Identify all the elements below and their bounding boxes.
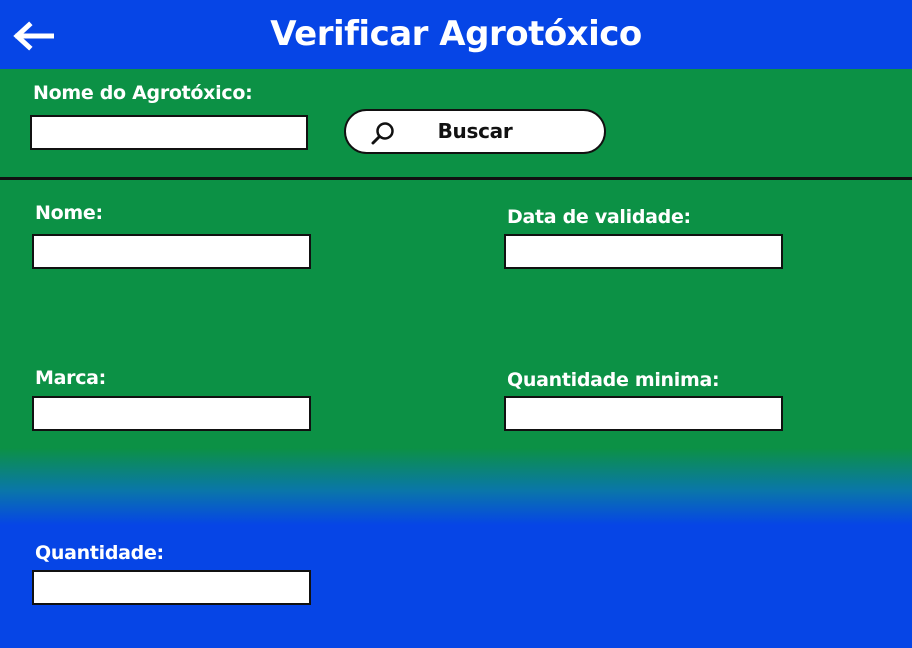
data-validade-label: Data de validade: bbox=[507, 206, 691, 228]
quantidade-field[interactable] bbox=[32, 570, 311, 605]
marca-label: Marca: bbox=[35, 367, 106, 389]
page-title: Verificar Agrotóxico bbox=[270, 14, 642, 54]
nome-label: Nome: bbox=[35, 202, 103, 224]
quantidade-minima-label: Quantidade minima: bbox=[507, 369, 720, 391]
back-button[interactable] bbox=[12, 20, 55, 52]
marca-field[interactable] bbox=[32, 396, 311, 431]
section-divider bbox=[0, 177, 912, 180]
search-icon bbox=[371, 122, 394, 145]
search-label: Nome do Agrotóxico: bbox=[33, 82, 253, 104]
search-button[interactable]: Buscar bbox=[344, 109, 606, 154]
header-bar: Verificar Agrotóxico bbox=[0, 0, 912, 69]
nome-field[interactable] bbox=[32, 234, 311, 269]
quantidade-minima-field[interactable] bbox=[504, 396, 783, 431]
data-validade-field[interactable] bbox=[504, 234, 783, 269]
search-input[interactable] bbox=[30, 115, 308, 150]
quantidade-label: Quantidade: bbox=[35, 542, 164, 564]
arrow-left-icon bbox=[13, 21, 55, 51]
